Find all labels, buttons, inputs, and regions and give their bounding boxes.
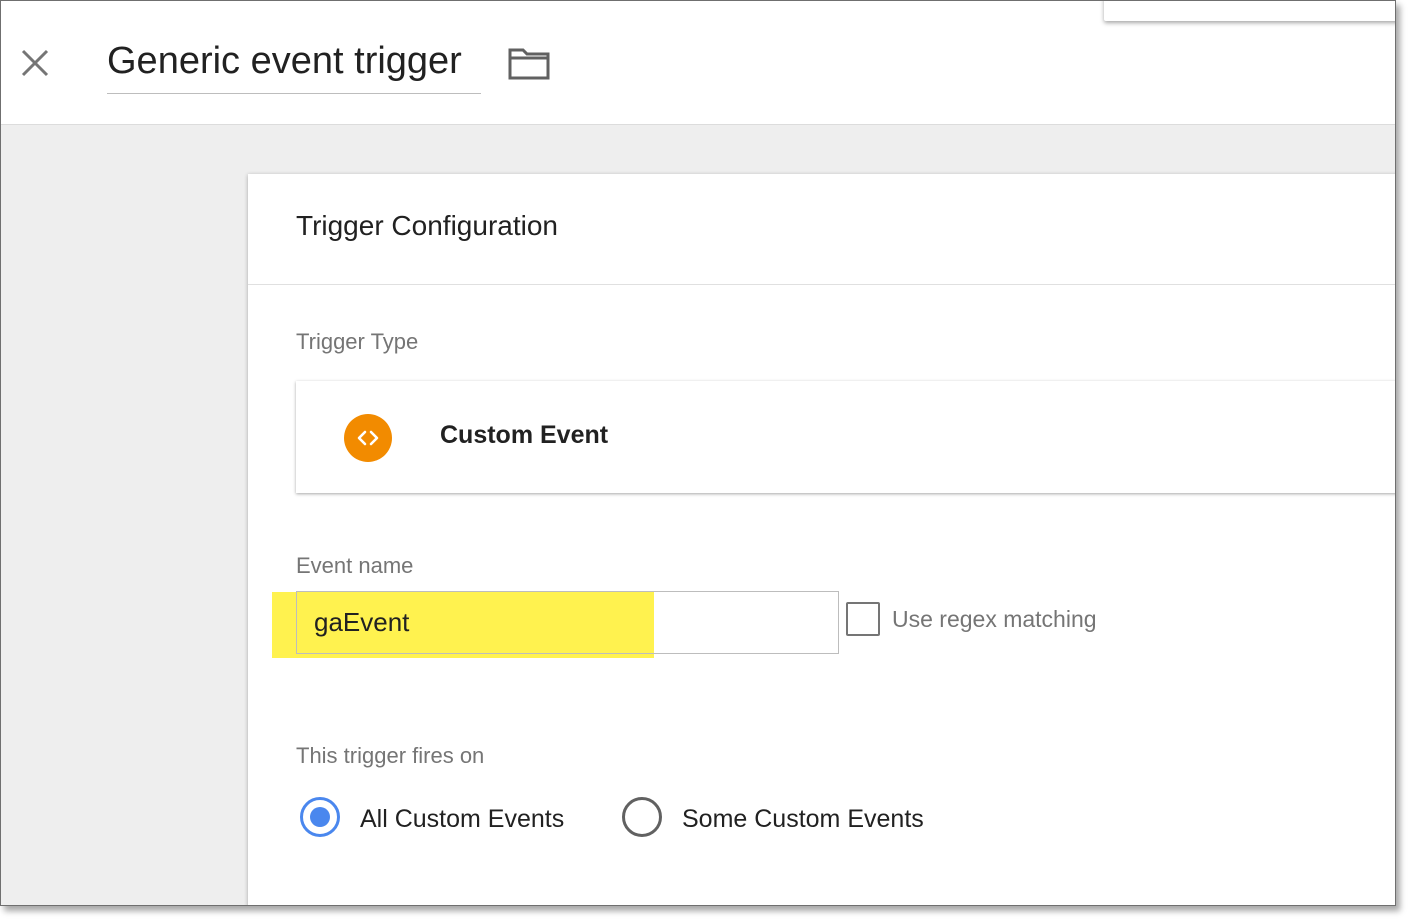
all-custom-events-label[interactable]: All Custom Events: [360, 805, 564, 834]
popup-panel-edge: [1104, 1, 1395, 21]
event-name-label: Event name: [296, 553, 414, 578]
folder-button[interactable]: [507, 45, 551, 81]
close-button[interactable]: [15, 43, 55, 83]
all-custom-events-radio[interactable]: [300, 797, 340, 837]
close-icon: [21, 49, 49, 77]
some-custom-events-label[interactable]: Some Custom Events: [682, 805, 924, 834]
code-brackets-icon: [357, 430, 379, 446]
event-name-input[interactable]: [296, 591, 839, 654]
trigger-configuration-card: Trigger Configuration Trigger Type Custo…: [248, 174, 1395, 905]
folder-icon: [508, 48, 550, 80]
page-title: Generic event trigger: [107, 40, 462, 82]
trigger-type-label: Trigger Type: [296, 329, 419, 354]
some-custom-events-radio[interactable]: [622, 797, 662, 837]
regex-checkbox[interactable]: [846, 602, 880, 636]
custom-event-badge: [344, 414, 392, 462]
trigger-type-name: Custom Event: [440, 421, 609, 449]
card-title: Trigger Configuration: [296, 210, 558, 241]
top-bar: Generic event trigger: [1, 1, 1395, 125]
trigger-editor-window: Generic event trigger Trigger Configurat…: [0, 0, 1396, 906]
fires-on-label: This trigger fires on: [296, 743, 485, 768]
regex-label: Use regex matching: [892, 606, 1097, 632]
card-header: Trigger Configuration: [248, 174, 1395, 285]
trigger-name-field[interactable]: Generic event trigger: [107, 35, 481, 94]
trigger-type-selector[interactable]: Custom Event: [296, 381, 1395, 493]
